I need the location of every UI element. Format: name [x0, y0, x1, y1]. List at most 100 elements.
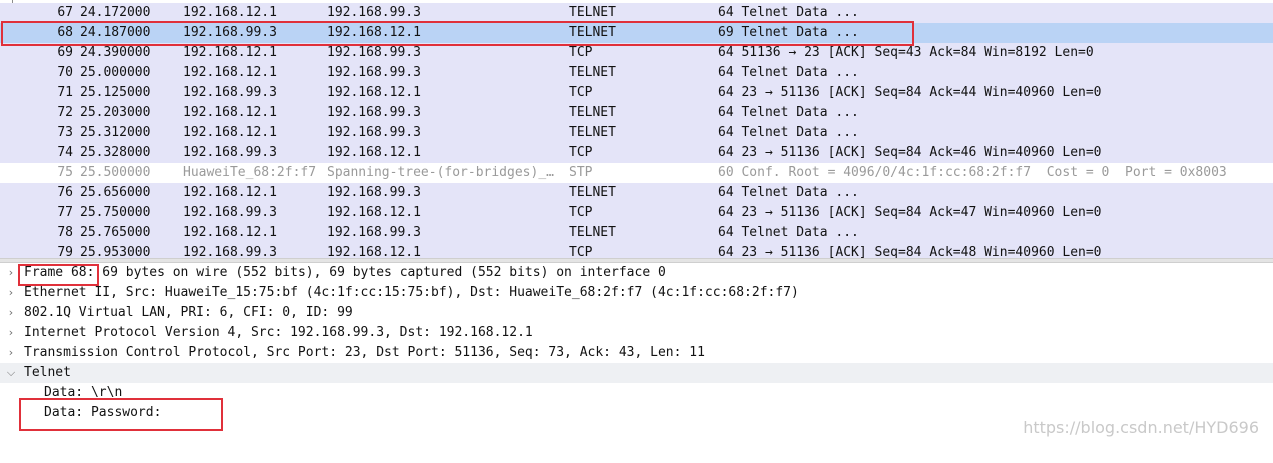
packet-src-cell: 192.168.99.3	[183, 25, 277, 40]
packet-dst-cell: 192.168.99.3	[327, 65, 421, 80]
packet-info-cell: 64 Telnet Data ...	[718, 5, 859, 20]
packet-time-cell: 25.953000	[80, 245, 151, 258]
packet-no-cell: 69	[57, 45, 73, 60]
packet-info-cell: 60 Conf. Root = 4096/0/4c:1f:cc:68:2f:f7…	[718, 165, 1227, 180]
packet-row[interactable]: 71 25.125000 192.168.99.3 192.168.12.1 TCP 64…	[0, 83, 1273, 103]
packet-time-cell: 24.187000	[80, 25, 151, 40]
packet-row[interactable]: 79 25.953000 192.168.99.3 192.168.12.1 TCP 64…	[0, 243, 1273, 258]
tree-item-tcp[interactable]: › Transmission Control Protocol, Src Por…	[0, 343, 1273, 363]
packet-time-cell: 25.312000	[80, 125, 151, 140]
packet-time-cell: 25.125000	[80, 85, 151, 100]
packet-time-cell: 24.390000	[80, 45, 151, 60]
tree-item-ethernet[interactable]: › Ethernet II, Src: HuaweiTe_15:75:bf (4…	[0, 283, 1273, 303]
ethernet-summary: Ethernet II, Src: HuaweiTe_15:75:bf (4c:…	[24, 285, 799, 300]
packet-row[interactable]: 69 24.390000 192.168.12.1 192.168.99.3 TCP 64…	[0, 43, 1273, 63]
packet-info-cell: 64 23 → 51136 [ACK] Seq=84 Ack=48 Win=40…	[718, 245, 1102, 258]
packet-time-cell: 25.656000	[80, 185, 151, 200]
packet-row[interactable]: 70 25.000000 192.168.12.1 192.168.99.3 TELNE…	[0, 63, 1273, 83]
packet-src-cell: 192.168.12.1	[183, 65, 277, 80]
packet-dst-cell: 192.168.99.3	[327, 45, 421, 60]
packet-dst-cell: 192.168.99.3	[327, 5, 421, 20]
tree-item-ip[interactable]: › Internet Protocol Version 4, Src: 192.…	[0, 323, 1273, 343]
tree-item-frame[interactable]: › Frame 68: 69 bytes on wire (552 bits),…	[0, 263, 1273, 283]
vlan-summary: 802.1Q Virtual LAN, PRI: 6, CFI: 0, ID: …	[24, 305, 353, 320]
packet-proto-cell: TELNET	[569, 25, 616, 40]
tree-item-telnet[interactable]: ⌵ Telnet	[0, 363, 1273, 383]
packet-no-cell: 70	[57, 65, 73, 80]
packet-proto-cell: TELNET	[569, 185, 616, 200]
packet-dst-cell: 192.168.12.1	[327, 145, 421, 160]
packet-dst-cell: 192.168.99.3	[327, 125, 421, 140]
packet-dst-cell: 192.168.99.3	[327, 185, 421, 200]
packet-src-cell: 192.168.12.1	[183, 45, 277, 60]
packet-no-cell: 76	[57, 185, 73, 200]
packet-src-cell: 192.168.99.3	[183, 85, 277, 100]
tree-item-telnet-data-1[interactable]: Data: \r\n	[0, 383, 1273, 403]
packet-info-cell: 64 23 → 51136 [ACK] Seq=84 Ack=46 Win=40…	[718, 145, 1102, 160]
chevron-down-icon[interactable]: ⌵	[5, 363, 17, 383]
packet-no-cell: 79	[57, 245, 73, 258]
packet-info-cell: 64 23 → 51136 [ACK] Seq=84 Ack=47 Win=40…	[718, 205, 1102, 220]
packet-dst-cell: 192.168.99.3	[327, 225, 421, 240]
ip-summary: Internet Protocol Version 4, Src: 192.16…	[24, 325, 533, 340]
tree-item-vlan[interactable]: › 802.1Q Virtual LAN, PRI: 6, CFI: 0, ID…	[0, 303, 1273, 323]
packet-row[interactable]: 68 24.187000 192.168.99.3 192.168.12.1 TELNE…	[0, 23, 1273, 43]
packet-info-cell: 64 Telnet Data ...	[718, 225, 859, 240]
packet-row[interactable]: 75 25.500000 HuaweiTe_68:2f:f7 Spanning-tre…	[0, 163, 1273, 183]
telnet-data-crlf: Data: \r\n	[44, 385, 123, 400]
packet-src-cell: 192.168.12.1	[183, 125, 277, 140]
chevron-right-icon[interactable]: ›	[5, 263, 17, 283]
packet-src-cell: 192.168.99.3	[183, 145, 277, 160]
packet-row[interactable]: 77 25.750000 192.168.99.3 192.168.12.1 TCP 64…	[0, 203, 1273, 223]
watermark: https://blog.csdn.net/HYD696	[1023, 418, 1259, 437]
frame-summary: 69 bytes on wire (552 bits), 69 bytes ca…	[94, 265, 666, 280]
packet-src-cell: HuaweiTe_68:2f:f7	[183, 165, 317, 180]
packet-no-cell: 73	[57, 125, 73, 140]
packet-info-cell: 64 23 → 51136 [ACK] Seq=84 Ack=44 Win=40…	[718, 85, 1102, 100]
packet-time-cell: 25.328000	[80, 145, 151, 160]
packet-no-cell: 75	[57, 165, 73, 180]
frame-label: Frame 68:	[24, 265, 95, 280]
packet-info-cell: 64 Telnet Data ...	[718, 185, 859, 200]
packet-time-cell: 25.000000	[80, 65, 151, 80]
telnet-summary: Telnet	[24, 365, 71, 380]
packet-time-cell: 24.172000	[80, 5, 151, 20]
packet-proto-cell: TELNET	[569, 125, 616, 140]
packet-proto-cell: TELNET	[569, 225, 616, 240]
chevron-right-icon[interactable]: ›	[5, 303, 17, 323]
tcp-summary: Transmission Control Protocol, Src Port:…	[24, 345, 705, 360]
packet-src-cell: 192.168.12.1	[183, 185, 277, 200]
packet-src-cell: 192.168.99.3	[183, 245, 277, 258]
packet-row[interactable]: 67 24.172000 192.168.12.1 192.168.99.3 TELNE…	[0, 3, 1273, 23]
chevron-right-icon[interactable]: ›	[5, 343, 17, 363]
chevron-right-icon[interactable]: ›	[5, 283, 17, 303]
packet-src-cell: 192.168.99.3	[183, 205, 277, 220]
packet-proto-cell: TCP	[569, 245, 593, 258]
packet-info-cell: 64 Telnet Data ...	[718, 105, 859, 120]
packet-dst-cell: 192.168.12.1	[327, 25, 421, 40]
packet-no-cell: 67	[57, 5, 73, 20]
packet-src-cell: 192.168.12.1	[183, 105, 277, 120]
packet-row[interactable]: 72 25.203000 192.168.12.1 192.168.99.3 TELNE…	[0, 103, 1273, 123]
packet-proto-cell: TCP	[569, 205, 593, 220]
packet-info-cell: 64 51136 → 23 [ACK] Seq=43 Ack=84 Win=81…	[718, 45, 1094, 60]
packet-no-cell: 71	[57, 85, 73, 100]
packet-time-cell: 25.500000	[80, 165, 151, 180]
packet-row[interactable]: 76 25.656000 192.168.12.1 192.168.99.3 TELNE…	[0, 183, 1273, 203]
packet-row[interactable]: 73 25.312000 192.168.12.1 192.168.99.3 TELNE…	[0, 123, 1273, 143]
telnet-data-password: Data: Password:	[44, 405, 162, 420]
packet-row[interactable]: 74 25.328000 192.168.99.3 192.168.12.1 TCP 64…	[0, 143, 1273, 163]
packet-dst-cell: 192.168.12.1	[327, 85, 421, 100]
packet-no-cell: 74	[57, 145, 73, 160]
packet-proto-cell: TELNET	[569, 5, 616, 20]
packet-row[interactable]: 78 25.765000 192.168.12.1 192.168.99.3 TELNE…	[0, 223, 1273, 243]
packet-proto-cell: TCP	[569, 85, 593, 100]
packet-proto-cell: STP	[569, 165, 593, 180]
packet-proto-cell: TCP	[569, 145, 593, 160]
chevron-right-icon[interactable]: ›	[5, 323, 17, 343]
packet-info-cell: 64 Telnet Data ...	[718, 65, 859, 80]
packet-no-cell: 77	[57, 205, 73, 220]
packet-proto-cell: TELNET	[569, 65, 616, 80]
packet-list[interactable]: 67 24.172000 192.168.12.1 192.168.99.3 TELNE…	[0, 0, 1273, 258]
packet-dst-cell: 192.168.12.1	[327, 245, 421, 258]
